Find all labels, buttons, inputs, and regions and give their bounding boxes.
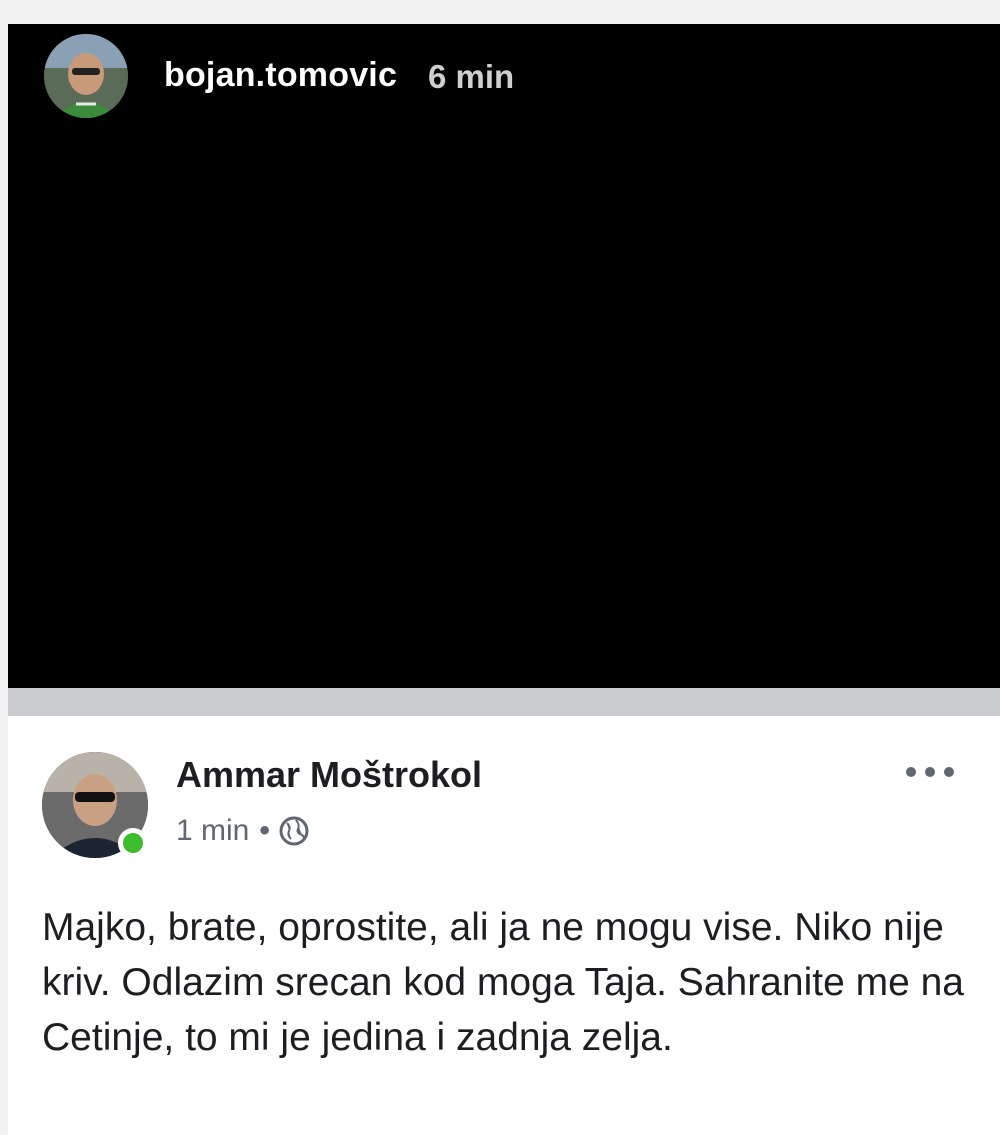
more-options-icon[interactable] [900, 754, 960, 790]
story-timestamp: 6 min [428, 58, 515, 95]
story-username[interactable]: bojan.tomovic [164, 56, 397, 95]
globe-icon[interactable] [278, 815, 310, 847]
post-author-name[interactable]: Ammar Moštrokol [176, 754, 482, 796]
post-avatar-container[interactable] [42, 752, 152, 862]
post-timestamp[interactable]: 1 min [176, 814, 249, 848]
post-body-text: Majko, brate, oprostite, ali ja ne mogu … [42, 906, 964, 1059]
section-divider [8, 688, 1000, 716]
story-panel[interactable]: bojan.tomovic 6 min [8, 24, 1000, 688]
meta-separator: • [259, 814, 270, 847]
online-status-indicator [118, 828, 148, 858]
post-meta: 1 min • [176, 814, 310, 848]
post-card: Ammar Moštrokol 1 min • Majko, brate, op… [8, 716, 1000, 1135]
story-avatar[interactable] [44, 34, 128, 118]
